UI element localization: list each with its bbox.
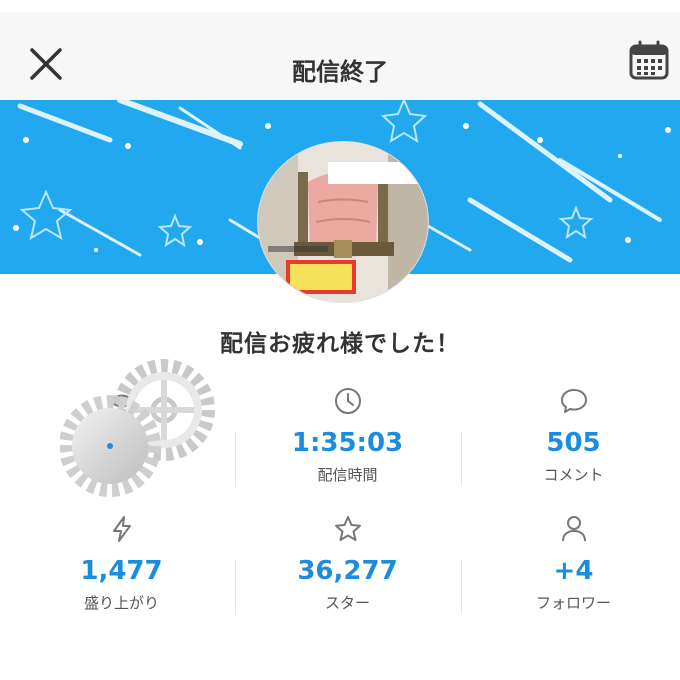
stat-comments: 505 コメント [460,386,680,485]
stat-label: フォロワー [535,594,611,612]
clock-icon [334,388,361,414]
avatar [258,142,428,302]
stat-label: 配信時間 [317,466,378,484]
calendar-button[interactable] [628,39,670,81]
person-icon [561,516,586,542]
stat-followers: +4 フォロワー [460,514,680,613]
stat-label: コメント [543,466,604,484]
stat-value: 1,477 [80,556,163,586]
stat-value: 36,277 [297,556,398,586]
loading-gears-icon [60,359,215,497]
stat-value: 505 [546,428,601,458]
stat-value: 1:35:03 [291,428,404,458]
avatar-image [258,142,428,302]
top-bar: 配信終了 [0,12,680,100]
stat-label: 盛り上がり [83,594,159,612]
lightning-icon [112,516,131,542]
stat-value: +4 [553,556,594,586]
stat-excitement: 1,477 盛り上がり [8,514,235,613]
calendar-icon [629,40,669,80]
page-title: 配信終了 [292,58,388,86]
stat-stars: 36,277 スター [234,514,461,613]
stat-label: スター [324,594,370,612]
stat-stream-time: 1:35:03 配信時間 [234,386,461,485]
star-icon [334,516,361,541]
chat-bubble-icon [560,389,587,413]
